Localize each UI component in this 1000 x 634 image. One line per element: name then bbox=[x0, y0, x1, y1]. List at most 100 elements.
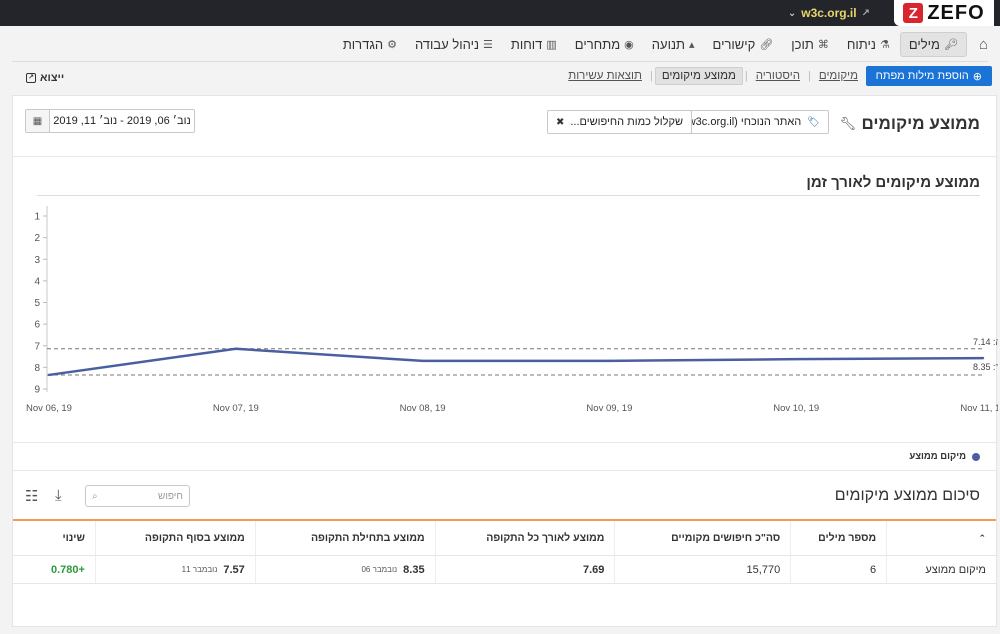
chart-legend[interactable]: מיקום ממוצע bbox=[909, 451, 980, 462]
eye-icon: ◉ bbox=[624, 38, 634, 51]
wrench-icon[interactable]: 🔧︎ bbox=[839, 116, 856, 132]
export-label: ייצוא bbox=[40, 72, 65, 84]
table-header-row: ⌃ מספר מילים סה"כ חיפושים מקומיים ממוצע … bbox=[13, 519, 996, 556]
weight-selector-value: שקלול כמות החיפושים... bbox=[570, 116, 683, 128]
x-tick-label: Nov 09, 19 bbox=[586, 403, 632, 414]
export-button[interactable]: ייצוא ↗ bbox=[26, 72, 64, 84]
table-header-avg-all[interactable]: ממוצע לאורך כל התקופה bbox=[434, 521, 615, 555]
link-icon: 🔗︎ bbox=[759, 38, 774, 51]
nav-item-work-management[interactable]: ☰ ניהול עבודה bbox=[407, 33, 501, 56]
data-point bbox=[234, 347, 237, 350]
y-tick-label: 8 bbox=[34, 363, 40, 374]
date-range-picker[interactable]: ▦ נוב׳ 06, 2019 - נוב׳ 11, 2019 bbox=[25, 109, 195, 133]
x-tick-label: Nov 11, 19 bbox=[960, 403, 998, 414]
avg-end-date: נובמבר 11 bbox=[181, 565, 218, 574]
cell-words: 6 bbox=[790, 556, 886, 583]
nav-item-settings[interactable]: ⚙ הגדרות bbox=[335, 33, 405, 56]
date-range-value: נוב׳ 06, 2019 - נוב׳ 11, 2019 bbox=[53, 115, 191, 127]
y-tick-label: 9 bbox=[34, 385, 40, 396]
search-placeholder: חיפוש bbox=[158, 490, 183, 502]
add-keywords-label: הוספת מילות מפתח bbox=[875, 70, 969, 82]
y-tick-label: 2 bbox=[34, 233, 40, 244]
table-header-change[interactable]: שינוי bbox=[13, 521, 95, 555]
logo-name: ZEFO bbox=[927, 1, 985, 24]
export-icon: ↗ bbox=[26, 73, 36, 83]
nav-label: מילים bbox=[908, 36, 940, 52]
sub-nav: מיקומים | היסטוריה | ממוצע מיקומים | תוצ… bbox=[562, 66, 864, 86]
subnav-item-history[interactable]: היסטוריה bbox=[750, 68, 806, 84]
nav-label: תוכן bbox=[791, 36, 814, 52]
subnav-item-rich-results[interactable]: תוצאות עשירות bbox=[562, 68, 648, 84]
download-icon[interactable]: ⤓ bbox=[55, 487, 62, 504]
home-icon[interactable]: ⌂ bbox=[979, 36, 988, 53]
subnav-item-average-positions[interactable]: ממוצע מיקומים bbox=[654, 67, 743, 85]
min-annotation-label: הכי נמוך: 8.35 bbox=[973, 362, 998, 372]
tag-icon: 🏷︎ bbox=[807, 116, 820, 128]
page-title: ממוצע מיקומים bbox=[861, 114, 981, 133]
table-header-avg-end[interactable]: ממוצע בסוף התקופה bbox=[94, 521, 255, 555]
top-bar: ⌄ w3c.org.il ↗ Z ZEFO bbox=[0, 0, 1000, 26]
sort-icon[interactable]: ⌃ bbox=[978, 533, 986, 544]
logo-mark: Z bbox=[903, 3, 924, 23]
x-tick-label: Nov 06, 19 bbox=[26, 403, 72, 414]
avg-end-value: 7.57 bbox=[223, 563, 245, 576]
average-position-chart: 1 2 3 4 5 6 7 8 9 Nov 06, 19 Nov 07, 19 Nov 08, 19 N… bbox=[26, 206, 998, 414]
divider bbox=[12, 61, 988, 62]
nav-label: הגדרות bbox=[342, 36, 384, 52]
sitemap-icon: ⌘ bbox=[817, 38, 829, 51]
nav-item-words[interactable]: 🔑︎ מילים bbox=[899, 31, 967, 57]
nav-label: תנועה bbox=[651, 36, 685, 52]
data-point bbox=[421, 359, 424, 363]
nav-item-traffic[interactable]: ▴ תנועה bbox=[644, 33, 703, 56]
list-icon: ☰ bbox=[483, 38, 493, 51]
y-tick-label: 4 bbox=[34, 276, 40, 287]
avg-start-value: 8.35 bbox=[403, 563, 425, 576]
data-point bbox=[981, 356, 985, 360]
nav-item-links[interactable]: 🔗︎ קישורים bbox=[705, 33, 782, 56]
subnav-item-positions[interactable]: מיקומים bbox=[813, 68, 864, 84]
data-point bbox=[608, 359, 611, 363]
search-icon: ⌕ bbox=[92, 490, 98, 502]
domain-link[interactable]: ⌄ w3c.org.il ↗ bbox=[788, 6, 870, 20]
chevron-down-icon[interactable]: ⌄ bbox=[788, 8, 796, 19]
summary-title: סיכום ממוצע מיקומים bbox=[834, 487, 980, 504]
cell-change: +0.780 bbox=[50, 563, 85, 576]
data-point bbox=[795, 357, 798, 361]
main-card: ממוצע מיקומים 🔧︎ 🏷︎ האתר הנוכחי (w3c.org… bbox=[12, 95, 998, 627]
subnav-separator: | bbox=[744, 70, 748, 82]
table-header-words[interactable]: מספר מילים bbox=[790, 521, 886, 555]
avg-start-date: נובמבר 06 bbox=[361, 565, 398, 574]
main-nav: ⌂ 🔑︎ מילים ⚗ ניתוח ⌘ תוכן 🔗︎ קישורים ▴ ת… bbox=[0, 30, 1000, 58]
nav-label: ניהול עבודה bbox=[414, 36, 480, 52]
legend-label: מיקום ממוצע bbox=[909, 451, 966, 462]
column-settings-icon[interactable]: ☷ bbox=[25, 487, 38, 505]
cell-name: מיקום ממוצע bbox=[886, 556, 996, 583]
nav-item-competitors[interactable]: ◉ מתחרים bbox=[567, 33, 642, 56]
chart-title: ממוצע מיקומים לאורך זמן bbox=[806, 174, 980, 191]
nav-item-content[interactable]: ⌘ תוכן bbox=[783, 33, 837, 56]
nav-label: קישורים bbox=[712, 36, 756, 52]
search-input[interactable]: חיפוש ⌕ bbox=[85, 485, 190, 507]
calendar-icon: ▦ bbox=[26, 110, 50, 132]
plus-icon: ⊕ bbox=[972, 70, 982, 83]
cell-avg-end: 7.57 נובמבר 11 bbox=[94, 556, 255, 583]
search-weight-selector[interactable]: שקלול כמות החיפושים... ✖ bbox=[546, 110, 692, 134]
table-header-searches[interactable]: סה"כ חיפושים מקומיים bbox=[614, 521, 790, 555]
traffic-icon: ▴ bbox=[689, 38, 695, 51]
nav-item-analysis[interactable]: ⚗ ניתוח bbox=[839, 33, 898, 56]
external-link-icon[interactable]: ↗ bbox=[862, 8, 870, 19]
nav-item-reports[interactable]: ▥ דוחות bbox=[503, 33, 565, 56]
summary-table: ⌃ מספר מילים סה"כ חיפושים מקומיים ממוצע … bbox=[13, 519, 996, 584]
data-point bbox=[47, 373, 51, 377]
max-annotation-label: הכי גבוה: 7.14 bbox=[973, 337, 998, 347]
legend-swatch bbox=[972, 452, 980, 461]
clear-icon[interactable]: ✖ bbox=[556, 117, 564, 128]
add-keywords-button[interactable]: ⊕ הוספת מילות מפתח bbox=[865, 66, 992, 86]
table-header-name[interactable]: ⌃ bbox=[886, 521, 996, 555]
brand-logo[interactable]: Z ZEFO bbox=[894, 0, 994, 26]
table-header-avg-start[interactable]: ממוצע בתחילת התקופה bbox=[254, 521, 435, 555]
y-tick-label: 6 bbox=[34, 320, 40, 331]
nav-label: מתחרים bbox=[574, 36, 621, 52]
gear-icon: ⚙ bbox=[387, 38, 397, 51]
x-tick-label: Nov 10, 19 bbox=[773, 403, 819, 414]
